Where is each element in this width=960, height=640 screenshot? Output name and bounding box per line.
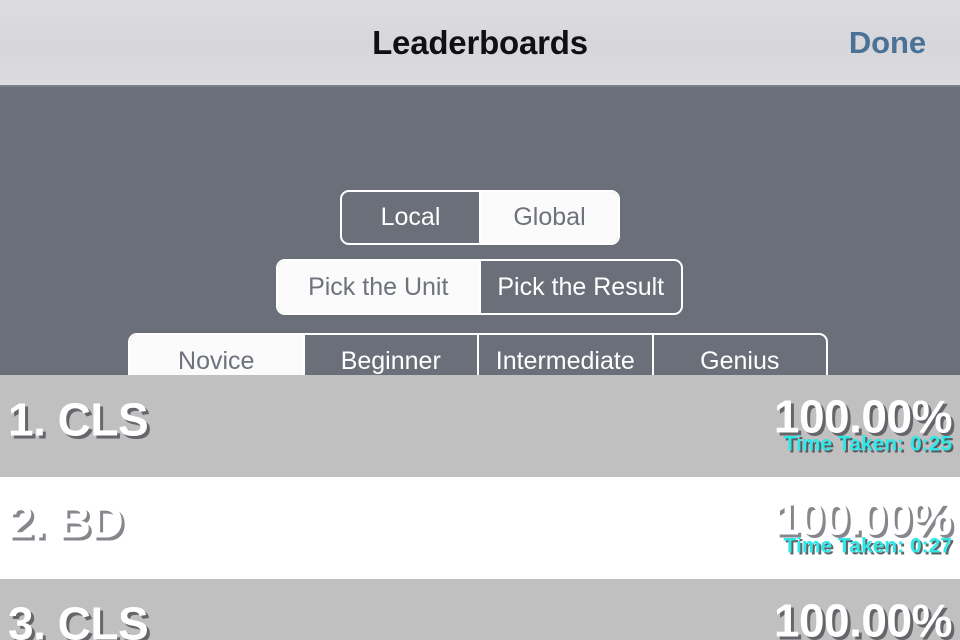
page-title: Leaderboards xyxy=(372,23,588,61)
navigation-bar: Leaderboards Done xyxy=(0,0,960,87)
entry-name: 1. CLS xyxy=(8,393,149,446)
scope-segment-local[interactable]: Local xyxy=(342,192,479,243)
leaderboards-screen: Leaderboards Done Local Global Pick the … xyxy=(0,0,960,640)
table-row[interactable]: 3. CLS 100.00% xyxy=(0,579,960,640)
entry-time: Time Taken: 0:27 xyxy=(783,534,952,558)
table-row[interactable]: 2. BD 100.00% Time Taken: 0:27 xyxy=(0,477,960,579)
leaderboard-list: 1. CLS 100.00% Time Taken: 0:25 2. BD 10… xyxy=(0,375,960,640)
table-row[interactable]: 1. CLS 100.00% Time Taken: 0:25 xyxy=(0,375,960,477)
done-button[interactable]: Done xyxy=(849,25,926,61)
scope-segmented-control[interactable]: Local Global xyxy=(340,190,620,245)
entry-name: 3. CLS xyxy=(8,597,149,640)
entry-time: Time Taken: 0:25 xyxy=(783,432,952,456)
mode-segment-pick-the-result[interactable]: Pick the Result xyxy=(478,261,682,313)
mode-segmented-control[interactable]: Pick the Unit Pick the Result xyxy=(276,259,683,315)
entry-name: 2. BD xyxy=(8,495,124,548)
scope-segment-global[interactable]: Global xyxy=(479,192,618,243)
mode-segment-pick-the-unit[interactable]: Pick the Unit xyxy=(278,261,479,313)
entry-score: 100.00% xyxy=(773,594,953,640)
filters-panel: Local Global Pick the Unit Pick the Resu… xyxy=(0,87,960,439)
